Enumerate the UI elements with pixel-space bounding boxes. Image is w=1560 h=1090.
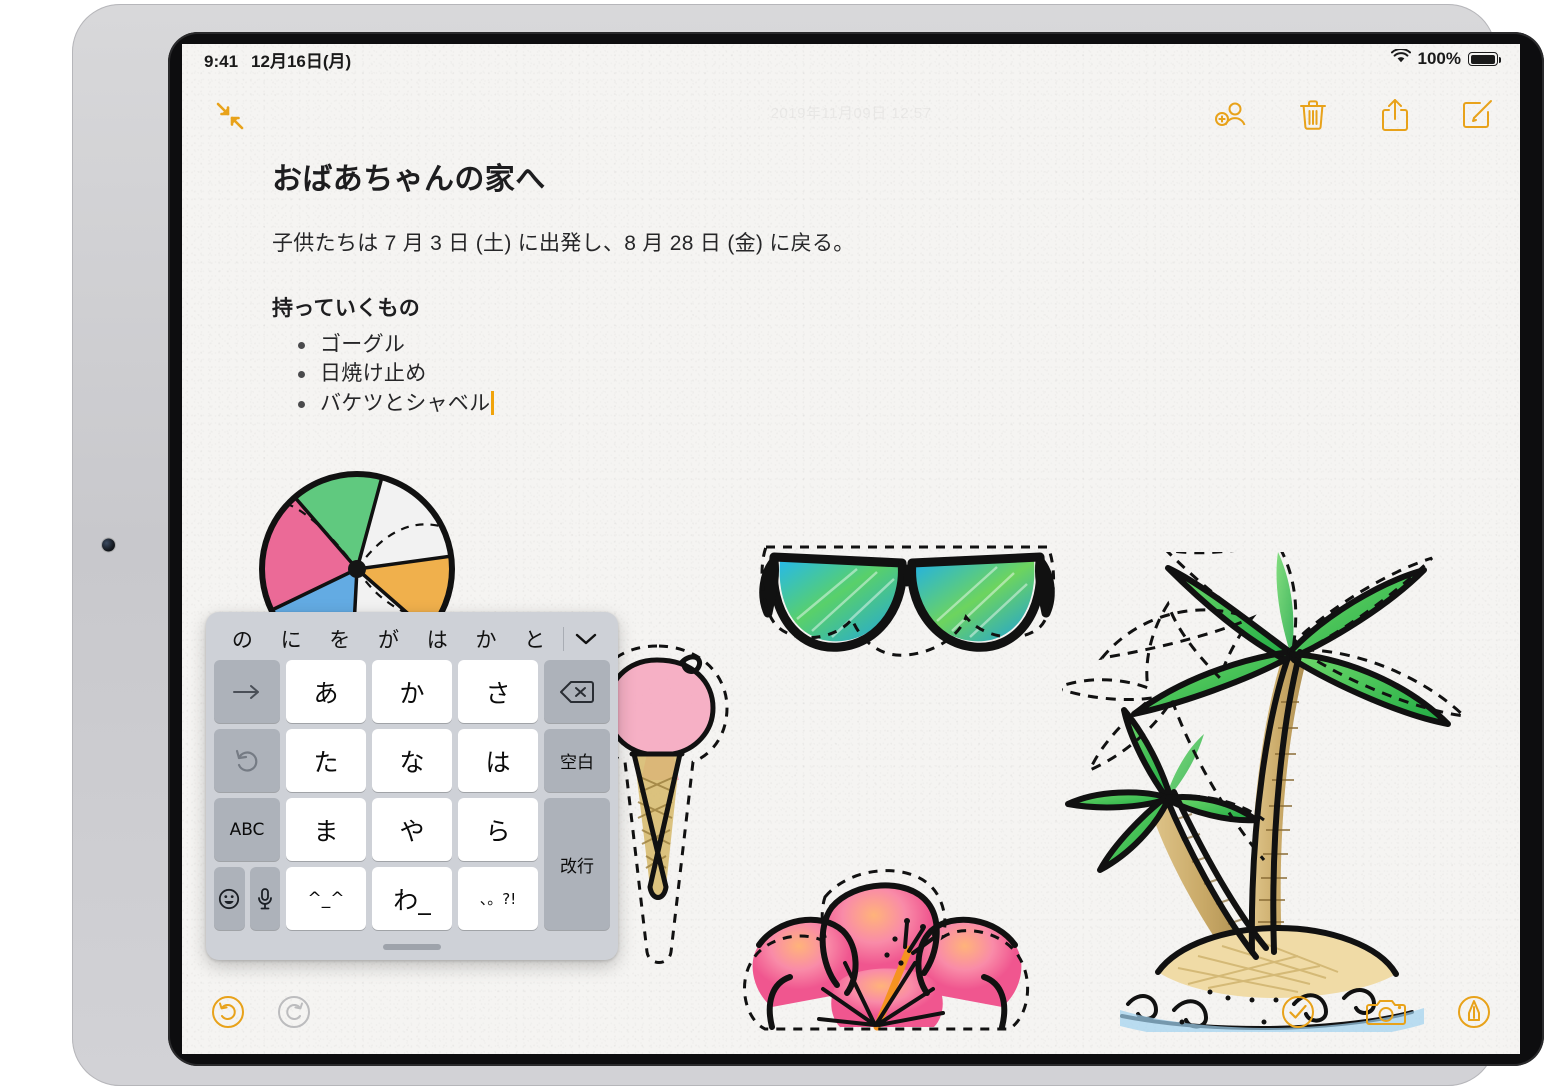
- delete-backward-icon[interactable]: [544, 660, 610, 723]
- status-bar: 9:41 12月16日(月) 100%: [182, 44, 1520, 74]
- prediction-word[interactable]: の: [218, 624, 267, 654]
- prediction-word[interactable]: は: [413, 624, 462, 654]
- key-ta[interactable]: た: [286, 729, 366, 792]
- key-abc[interactable]: ABC: [214, 798, 280, 861]
- front-camera: [102, 538, 115, 552]
- status-time: 9:41: [204, 51, 239, 71]
- key-na[interactable]: な: [372, 729, 452, 792]
- note-paragraph: 子供たちは 7 月 3 日 (土) に出発し、8 月 28 日 (金) に戻る。: [272, 232, 855, 255]
- emoji-dictation-group: [214, 867, 280, 930]
- collapse-arrows-icon[interactable]: [210, 96, 250, 136]
- list-item[interactable]: ゴーグル: [272, 330, 1430, 360]
- key-ra[interactable]: ら: [458, 798, 538, 861]
- keyboard-handle-row: [214, 934, 610, 960]
- redo-circle-icon: [272, 990, 316, 1034]
- prediction-word[interactable]: と: [510, 624, 559, 654]
- list-item-label: ゴーグル: [320, 332, 406, 356]
- chevron-down-icon[interactable]: [566, 632, 606, 646]
- note-timestamp: 2019年11月09日 12:57: [770, 105, 932, 122]
- bottom-toolbar-left: [206, 990, 316, 1034]
- keyboard-drag-handle[interactable]: [383, 944, 441, 950]
- key-ma[interactable]: ま: [286, 798, 366, 861]
- floating-keyboard[interactable]: の に を が は か と あ か さ た な は 空白 ABC ま や ら 改…: [206, 612, 618, 960]
- key-ka[interactable]: か: [372, 660, 452, 723]
- markup-pen-icon[interactable]: [1452, 990, 1496, 1034]
- camera-icon[interactable]: [1364, 990, 1408, 1034]
- share-icon[interactable]: [1374, 94, 1416, 136]
- prediction-word[interactable]: が: [364, 624, 413, 654]
- list-item[interactable]: バケツとシャベル: [272, 389, 1430, 419]
- checkmark-circle-icon[interactable]: [1276, 990, 1320, 1034]
- device-frame: 9:41 12月16日(月) 100% 2019年11月09日 12:57 おば…: [72, 4, 1544, 1086]
- bottom-toolbar-right: [1276, 990, 1496, 1034]
- key-wa[interactable]: わ_: [372, 867, 452, 930]
- bottom-toolbar: [182, 984, 1520, 1040]
- key-ya[interactable]: や: [372, 798, 452, 861]
- key-punctuation[interactable]: 、。?!: [458, 867, 538, 930]
- key-space[interactable]: 空白: [544, 729, 610, 792]
- add-person-button[interactable]: [1210, 94, 1252, 136]
- microphone-icon[interactable]: [249, 867, 280, 930]
- status-bar-right: 100%: [1390, 48, 1501, 69]
- list-item[interactable]: 日焼け止め: [272, 359, 1430, 389]
- key-grid: あ か さ た な は 空白 ABC ま や ら 改行 ^_^ わ_ 、。?!: [214, 660, 610, 934]
- note-toolbar-actions: [1210, 94, 1498, 136]
- bullet-list: ゴーグル 日焼け止め バケツとシャベル: [272, 330, 1430, 419]
- prediction-word[interactable]: を: [315, 624, 364, 654]
- screen: 9:41 12月16日(月) 100% 2019年11月09日 12:57 おば…: [182, 44, 1520, 1054]
- page-title: おばあちゃんの家へ: [272, 163, 546, 196]
- status-date: 12月16日(月): [251, 51, 352, 71]
- undo-circle-icon[interactable]: [206, 990, 250, 1034]
- battery-percent-label: 100%: [1417, 49, 1461, 68]
- key-a[interactable]: あ: [286, 660, 366, 723]
- compose-icon[interactable]: [1456, 94, 1498, 136]
- list-item-label: バケツとシャベル: [320, 392, 491, 416]
- smiley-icon[interactable]: [214, 867, 245, 930]
- checklist-heading: 持っていくもの: [272, 296, 421, 320]
- key-kaomoji[interactable]: ^_^: [286, 867, 366, 930]
- note-body[interactable]: おばあちゃんの家へ 子供たちは 7 月 3 日 (土) に出発し、8 月 28 …: [182, 154, 1520, 419]
- palm-tree-island-sticker: [1051, 546, 1472, 1044]
- key-sa[interactable]: さ: [458, 660, 538, 723]
- prediction-word[interactable]: に: [267, 624, 316, 654]
- note-toolbar: 2019年11月09日 12:57: [182, 88, 1520, 146]
- battery-icon: [1468, 52, 1501, 66]
- wifi-icon: [1390, 48, 1411, 69]
- undo-arrow-icon[interactable]: [214, 729, 280, 792]
- list-item-label: 日焼け止め: [320, 362, 427, 386]
- prediction-divider: [563, 627, 564, 651]
- prediction-bar: の に を が は か と: [214, 618, 610, 660]
- key-return[interactable]: 改行: [544, 798, 610, 930]
- key-arrow-right[interactable]: [214, 660, 280, 723]
- sunglasses-sticker: [752, 539, 1062, 679]
- trash-icon[interactable]: [1292, 94, 1334, 136]
- prediction-word[interactable]: か: [462, 624, 511, 654]
- text-caret: [491, 391, 494, 416]
- prediction-words: の に を が は か と: [218, 624, 559, 654]
- key-ha[interactable]: は: [458, 729, 538, 792]
- status-bar-left: 9:41 12月16日(月): [204, 47, 351, 72]
